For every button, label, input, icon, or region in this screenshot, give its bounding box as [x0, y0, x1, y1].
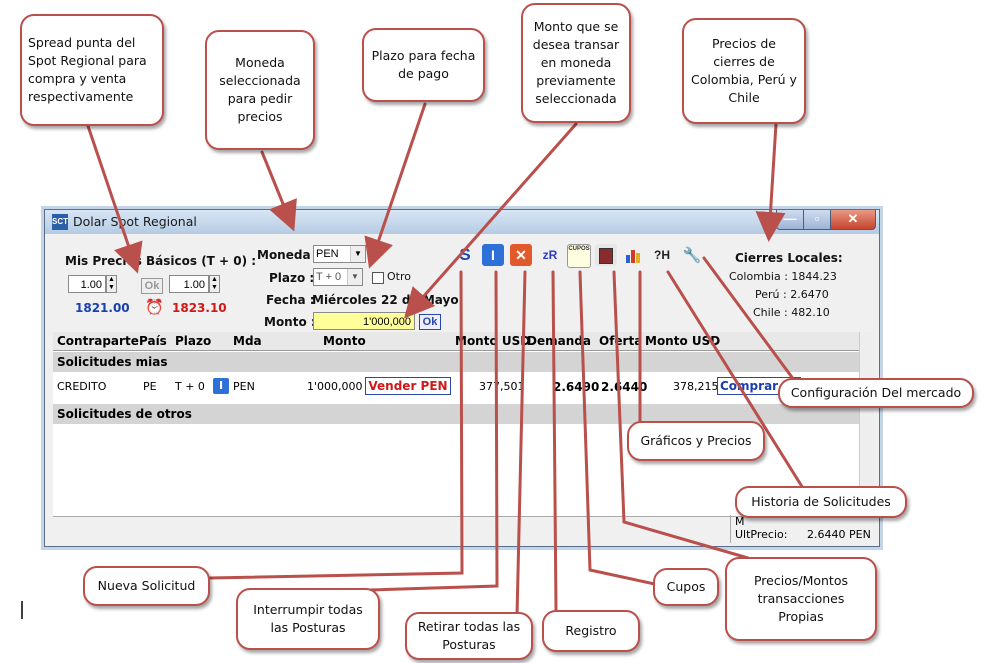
wrench-icon: 🔧 — [682, 247, 702, 264]
col-mda[interactable]: Mda — [233, 334, 262, 348]
otro-checkbox[interactable] — [372, 272, 384, 284]
maximize-button[interactable]: ▫ — [803, 210, 831, 230]
cell-monto-usd-2: 378,215 — [673, 380, 719, 393]
plazo-value: T + 0 — [316, 271, 342, 283]
col-monto-usd[interactable]: Monto USD — [455, 334, 530, 348]
close-icon: ✕ — [515, 247, 527, 263]
minimize-button[interactable]: — — [776, 210, 804, 230]
col-monto-usd-2[interactable]: Monto USD — [645, 334, 720, 348]
monto-label: Monto : — [264, 315, 316, 329]
callout-retirar: Retirar todas las Posturas — [405, 612, 533, 660]
ask-spread-spinner[interactable]: ▲ ▼ — [209, 275, 220, 293]
cell-demanda: 2.6490 — [553, 380, 600, 394]
callout-nueva: Nueva Solicitud — [83, 566, 210, 606]
config-button[interactable]: 🔧 — [681, 244, 703, 266]
bid-spread-spinner[interactable]: ▲ ▼ — [106, 275, 117, 293]
col-oferta[interactable]: Oferta — [599, 334, 642, 348]
cell-contraparte: CREDITO — [57, 380, 107, 393]
ask-price: 1823.10 — [172, 301, 227, 315]
history-icon: ?H — [654, 248, 670, 262]
historia-button[interactable]: ?H — [651, 244, 673, 266]
cell-plazo: T + 0 — [175, 380, 205, 393]
status-label-2: UltPrecio: — [735, 528, 788, 541]
registro-button[interactable]: zR — [539, 244, 561, 266]
callout-graficos: Gráficos y Precios — [627, 421, 765, 461]
graficos-button[interactable] — [623, 244, 645, 266]
monto-ok-button[interactable]: Ok — [419, 314, 441, 330]
section-mine: Solicitudes mias — [53, 352, 859, 372]
status-bar: M UltPrecio: 2.6440 PEN — [53, 515, 871, 543]
registro-icon: zR — [542, 248, 558, 262]
callout-plazo: Plazo para fecha de pago — [362, 28, 485, 102]
close-button[interactable]: ✕ — [830, 210, 876, 230]
cupos-icon: CUPOS — [568, 246, 590, 252]
callout-cierres: Precios de cierres de Colombia, Perú y C… — [682, 18, 806, 124]
plazo-label: Plazo : — [269, 271, 315, 285]
bar-chart-icon — [626, 250, 640, 263]
cierre-chile: Chile : 482.10 — [753, 306, 830, 319]
interrumpir-button[interactable]: I — [482, 244, 504, 266]
window-title: Dolar Spot Regional — [73, 214, 197, 229]
spread-ok-button[interactable]: Ok — [141, 278, 163, 294]
callout-monto: Monto que se desea transar en moneda pre… — [521, 3, 631, 123]
cell-pais: PE — [143, 380, 157, 393]
callout-registro: Registro — [542, 610, 640, 652]
fecha-label: Fecha : — [266, 293, 315, 307]
callout-precios-montos: Precios/Montos transacciones Propias — [725, 557, 877, 641]
alarm-clock-icon[interactable]: ⏰ — [145, 298, 164, 316]
pause-icon: I — [491, 247, 495, 263]
callout-moneda: Moneda seleccionada para pedir precios — [205, 30, 315, 150]
cupos-button[interactable]: CUPOS — [567, 244, 591, 268]
col-pais[interactable]: País — [139, 334, 167, 348]
moneda-select[interactable]: PEN ▼ — [313, 245, 366, 263]
precios-montos-button[interactable] — [595, 244, 617, 266]
retirar-button[interactable]: ✕ — [510, 244, 532, 266]
cierres-title: Cierres Locales: — [735, 251, 843, 265]
fecha-value: Miércoles 22 de Mayo — [312, 293, 459, 307]
callout-config: Configuración Del mercado — [778, 378, 974, 408]
bid-spread-input[interactable]: 1.00 — [68, 275, 106, 293]
status-badge: I — [213, 378, 229, 394]
nueva-solicitud-button[interactable]: S — [454, 244, 476, 266]
otro-label: Otro — [387, 270, 411, 283]
vender-button[interactable]: Vender PEN — [365, 377, 451, 395]
cell-mda: PEN — [233, 380, 255, 393]
dollar-s-icon: S — [459, 245, 471, 264]
calculator-icon — [599, 248, 613, 264]
cell-monto-usd: 377,501 — [479, 380, 525, 393]
cierre-colombia: Colombia : 1844.23 — [729, 270, 837, 283]
moneda-value: PEN — [316, 248, 339, 260]
grid-header: Contraparte País Plazo Mda Monto Monto U… — [53, 332, 859, 351]
bid-price: 1821.00 — [75, 301, 130, 315]
prices-title: Mis Precios Básicos (T + 0) : — [65, 254, 257, 268]
status-value-2: 2.6440 PEN — [807, 528, 871, 541]
table-row[interactable]: CREDITO PE T + 0 I PEN 1'000,000 Vender … — [53, 376, 859, 398]
status-box: M UltPrecio: 2.6440 PEN — [730, 515, 876, 543]
title-bar: SCT Dolar Spot Regional — ▫ ✕ — [45, 210, 879, 234]
col-contraparte[interactable]: Contraparte — [57, 334, 139, 348]
cell-monto: 1'000,000 — [307, 380, 363, 393]
moneda-label: Moneda : — [257, 248, 320, 262]
monto-input[interactable]: 1'000,000 — [313, 312, 415, 330]
callout-spread: Spread punta del Spot Regional para comp… — [20, 14, 164, 126]
col-monto[interactable]: Monto — [323, 334, 366, 348]
callout-cupos: Cupos — [653, 568, 719, 606]
chevron-down-icon: ▼ — [347, 269, 362, 285]
col-demanda[interactable]: Demanda — [527, 334, 591, 348]
cierre-peru: Perú : 2.6470 — [755, 288, 829, 301]
app-icon: SCT — [52, 214, 68, 230]
chevron-down-icon: ▼ — [350, 246, 365, 262]
col-plazo[interactable]: Plazo — [175, 334, 211, 348]
callout-historia: Historia de Solicitudes — [735, 486, 907, 518]
callout-interrumpir: Interrumpir todas las Posturas — [236, 588, 380, 650]
cell-oferta: 2.6440 — [601, 380, 648, 394]
ask-spread-input[interactable]: 1.00 — [169, 275, 209, 293]
plazo-select[interactable]: T + 0 ▼ — [313, 268, 363, 286]
